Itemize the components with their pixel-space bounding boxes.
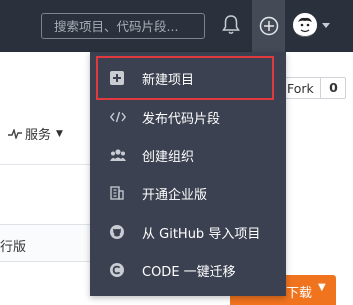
chevron-down-icon: ▼ [56,128,63,139]
plus-circle-icon [259,16,279,36]
top-navbar [0,0,353,52]
chevron-down-icon [322,23,330,28]
menu-item-label: 开通企业版 [142,188,208,203]
code-migrate-icon [110,262,124,277]
edition-text: 行版 [0,240,27,255]
divider [0,164,90,165]
create-menu-button[interactable] [252,0,285,52]
code-icon [109,109,127,123]
menu-item-label: CODE 一键迁移 [142,265,236,280]
services-tab-label: 服务 [25,128,52,143]
user-menu[interactable] [291,13,335,41]
menu-item-code-migrate[interactable]: CODE 一键迁移 [90,250,286,288]
menu-item-label: 创建组织 [142,150,195,165]
menu-item-enterprise[interactable]: 开通企业版 [90,173,286,211]
fork-count: 0 [320,78,346,98]
chevron-down-icon: ▼ [318,282,326,293]
services-tab[interactable]: 服务 ▼ [8,124,63,143]
menu-item-publish-snippet[interactable]: 发布代码片段 [90,97,286,135]
menu-item-github-import[interactable]: 从 GitHub 导入项目 [90,212,286,250]
menu-item-label: 发布代码片段 [142,112,221,127]
search-input[interactable] [41,13,205,39]
enterprise-icon [110,185,124,200]
avatar [293,13,317,37]
menu-item-label: 从 GitHub 导入项目 [142,227,261,242]
fork-button[interactable]: Fork 0 [284,77,346,99]
fork-label: Fork [287,81,314,96]
github-icon [110,224,124,239]
bell-icon[interactable] [221,14,241,36]
pulse-icon [8,128,22,139]
download-label: 下载 [286,286,313,301]
highlight-box [96,56,274,100]
group-icon [110,147,126,161]
menu-item-create-org[interactable]: 创建组织 [90,135,286,173]
create-dropdown-menu: 新建项目 发布代码片段 创建组织 开通企业版 从 GitHub 导入项目 COD… [90,52,286,296]
